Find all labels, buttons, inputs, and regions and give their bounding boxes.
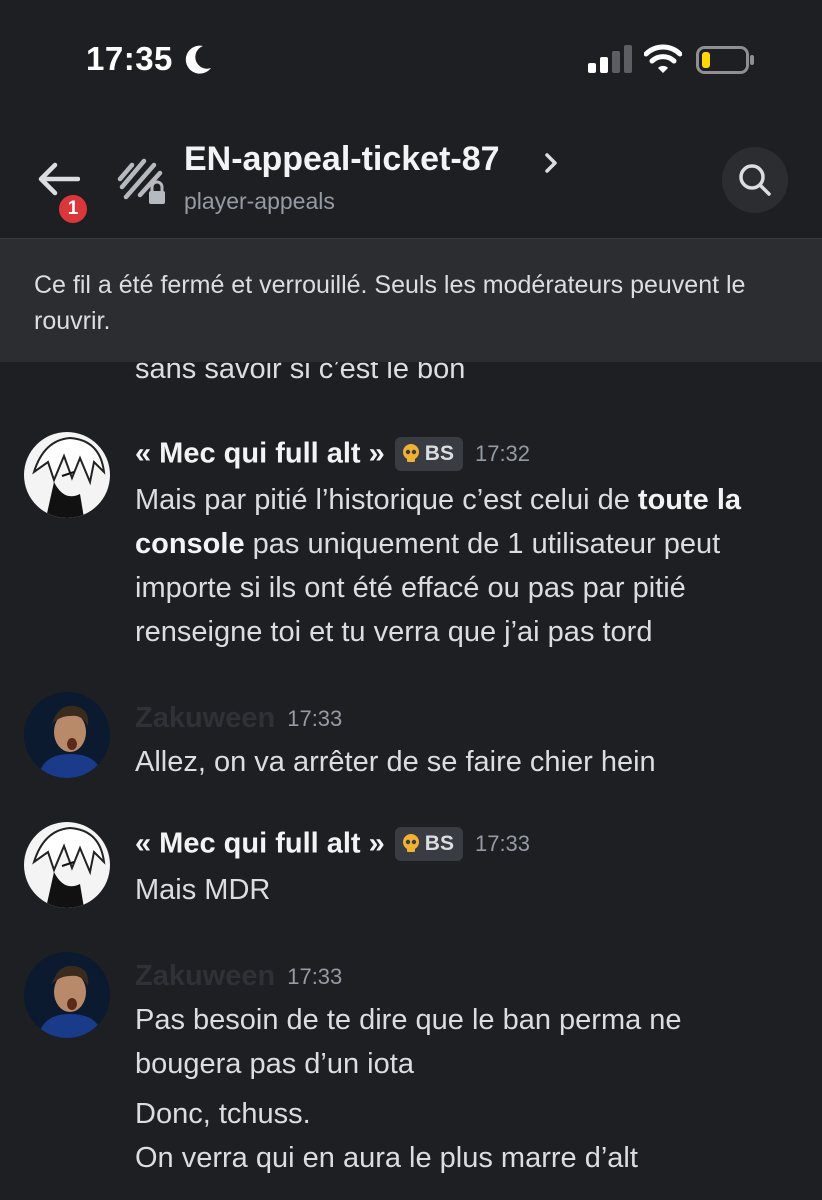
author-name[interactable]: « Mec qui full alt » (135, 438, 385, 470)
avatar[interactable] (24, 822, 110, 908)
avatar[interactable] (24, 692, 110, 778)
avatar[interactable] (24, 952, 110, 1038)
message-text: Mais MDR (135, 874, 271, 906)
message-text: Pas besoin de te dire que le ban perma n… (135, 1004, 682, 1080)
message-timestamp: 17:32 (474, 441, 531, 466)
message-timestamp: 17:33 (474, 831, 531, 856)
avatar[interactable] (24, 432, 110, 518)
skull-icon (402, 834, 419, 852)
author-name[interactable]: Zakuween (135, 702, 275, 734)
message-list: sans savoir si c’est le bon « Mec qui fu… (0, 0, 822, 1200)
message-text: On verra qui en aura le plus marre d’alt (135, 1142, 638, 1174)
locked-thread-notice: Ce fil a été fermé et verrouillé. Seuls … (34, 271, 746, 335)
message-text: Donc, tchuss. (135, 1098, 311, 1130)
author-name[interactable]: Zakuween (135, 960, 275, 992)
message-timestamp: 17:33 (287, 705, 343, 731)
message-text: Allez, on va arrêter de se faire chier h… (135, 746, 656, 778)
server-tag-label: BS (424, 442, 454, 465)
server-tag[interactable]: BS (394, 437, 463, 471)
skull-icon (402, 444, 419, 462)
locked-thread-banner: Ce fil a été fermé et verrouillé. Seuls … (0, 238, 822, 362)
message-content: Mais par pitié l’historique c’est celui … (135, 478, 795, 654)
message-timestamp: 17:33 (287, 963, 343, 989)
message-header: « Mec qui full alt » BS 17:33 (135, 827, 530, 861)
message-text: Mais par pitié l’historique c’est celui … (135, 484, 638, 516)
message-header: Zakuween 17:33 (135, 960, 342, 993)
message-header: Zakuween 17:33 (135, 702, 342, 735)
server-tag-label: BS (424, 832, 454, 855)
author-name[interactable]: « Mec qui full alt » (135, 828, 385, 860)
message-header: « Mec qui full alt » BS 17:32 (135, 437, 530, 471)
server-tag[interactable]: BS (394, 827, 463, 861)
